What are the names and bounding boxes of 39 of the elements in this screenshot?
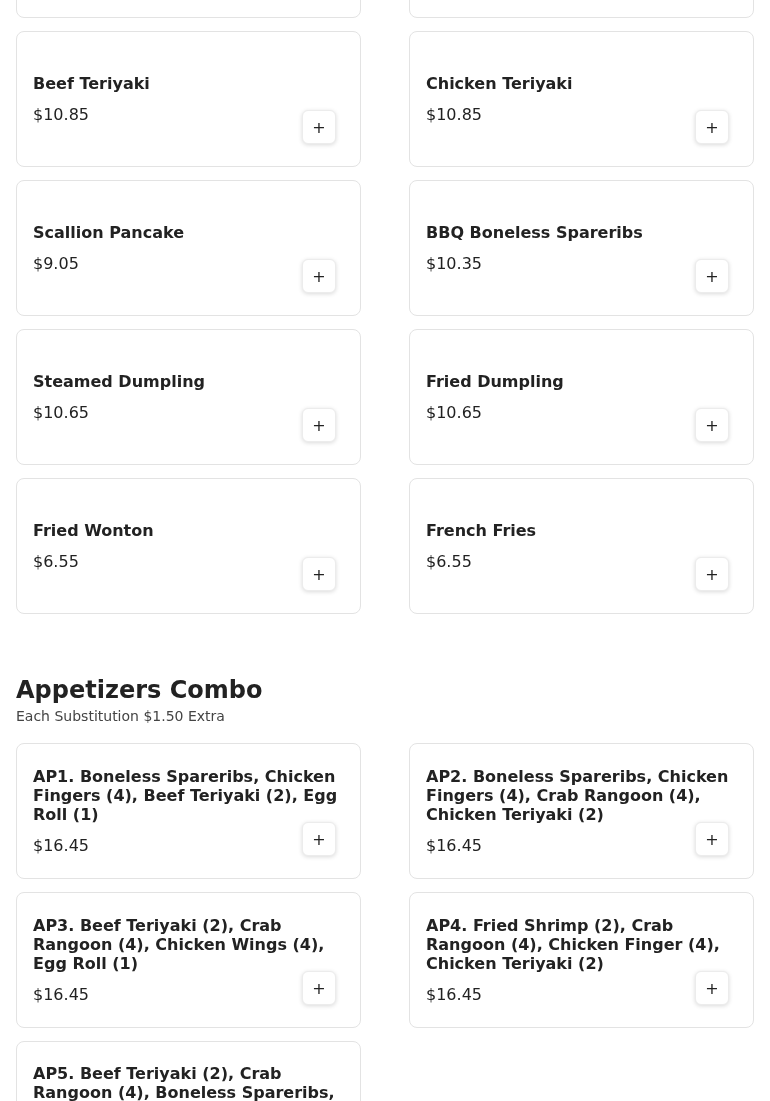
item-price: $9.05 (33, 254, 79, 273)
item-name: Chicken Teriyaki (426, 74, 574, 93)
item-price: $10.85 (33, 105, 89, 124)
item-name: French Fries (426, 521, 538, 540)
add-button[interactable]: + (695, 110, 729, 144)
item-name: BBQ Boneless Spareribs (426, 223, 644, 242)
item-price: $16.45 (33, 836, 89, 855)
item-name: AP3. Beef Teriyaki (2), Crab Rangoon (4), Chicken Wings (4), Egg Roll (1) (33, 916, 326, 973)
item-name: Beef Teriyaki (33, 74, 151, 93)
item-name: Steamed Dumpling (33, 372, 206, 391)
item-price: $6.55 (426, 552, 472, 571)
item-name: Scallion Pancake (33, 223, 186, 242)
item-name: AP2. Boneless Spareribs, Chicken Fingers (4), Crab Rangoon (4), Chicken Teriyaki (2) (426, 767, 730, 824)
add-button[interactable]: + (302, 822, 336, 856)
add-button[interactable]: + (695, 971, 729, 1005)
item-price: $10.35 (426, 254, 482, 273)
item-price: $16.45 (426, 836, 482, 855)
item-name: AP4. Fried Shrimp (2), Crab Rangoon (4), Chicken Finger (4), Chicken Teriyaki (2) (426, 916, 721, 973)
item-name: AP5. Beef Teriyaki (2), Crab Rangoon (4), Boneless Spareribs, (33, 1064, 336, 1101)
add-button[interactable]: + (695, 408, 729, 442)
add-button[interactable]: + (302, 557, 336, 591)
add-button[interactable]: + (695, 557, 729, 591)
item-price: $10.65 (426, 403, 482, 422)
add-button[interactable]: + (695, 259, 729, 293)
add-button[interactable]: + (302, 408, 336, 442)
item-price: $6.55 (33, 552, 79, 571)
add-button[interactable]: + (302, 971, 336, 1005)
add-button[interactable]: + (302, 110, 336, 144)
item-price: $16.45 (426, 985, 482, 1004)
add-button[interactable]: + (302, 259, 336, 293)
item-price: $16.45 (33, 985, 89, 1004)
section-heading: Appetizers Combo (16, 676, 264, 704)
item-name: Fried Wonton (33, 521, 155, 540)
add-button[interactable]: + (695, 822, 729, 856)
item-price: $10.65 (33, 403, 89, 422)
item-name: AP1. Boneless Spareribs, Chicken Fingers (4), Beef Teriyaki (2), Egg Roll (1) (33, 767, 339, 824)
item-price: $10.85 (426, 105, 482, 124)
item-name: Fried Dumpling (426, 372, 565, 391)
section-note: Each Substitution $1.50 Extra (16, 708, 226, 724)
